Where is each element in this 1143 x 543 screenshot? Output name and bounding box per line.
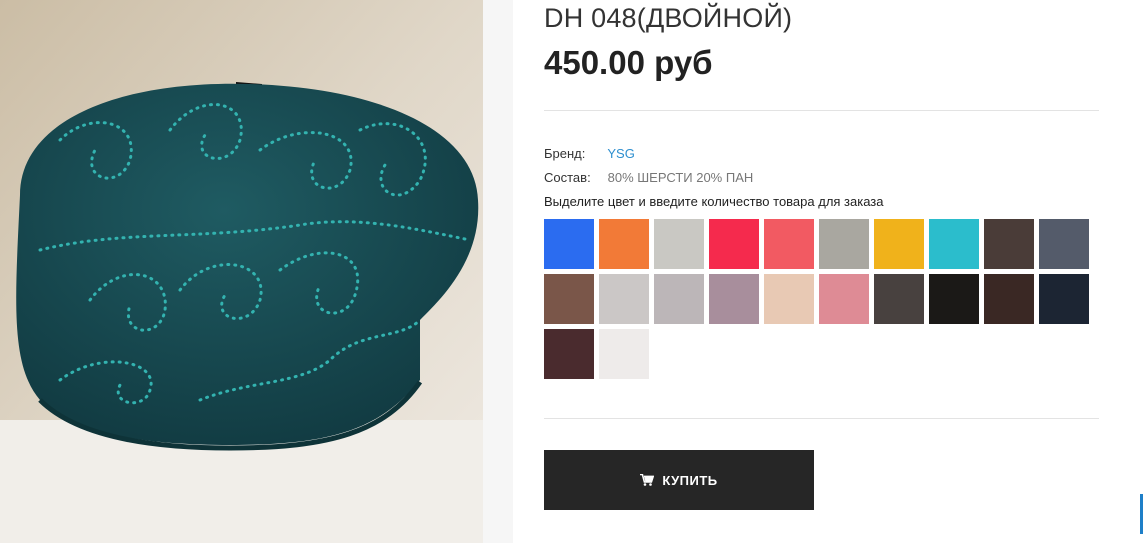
color-swatch[interactable]	[764, 219, 814, 269]
product-image[interactable]	[0, 0, 483, 543]
color-swatch[interactable]	[1039, 219, 1089, 269]
color-swatch[interactable]	[819, 274, 869, 324]
product-title: DH 048(ДВОЙНОЙ)	[544, 3, 793, 33]
color-swatch[interactable]	[599, 274, 649, 324]
color-swatch[interactable]	[599, 329, 649, 379]
color-swatch[interactable]	[654, 219, 704, 269]
color-swatch[interactable]	[819, 219, 869, 269]
divider	[544, 418, 1099, 419]
brand-row: Бренд: YSG	[544, 146, 635, 161]
color-swatch[interactable]	[654, 274, 704, 324]
color-swatch[interactable]	[874, 219, 924, 269]
color-swatch[interactable]	[984, 274, 1034, 324]
color-swatch[interactable]	[929, 274, 979, 324]
composition-row: Состав: 80% ШЕРСТИ 20% ПАН	[544, 170, 753, 185]
image-gap	[483, 0, 513, 543]
buy-button[interactable]: КУПИТЬ	[544, 450, 814, 510]
color-swatch[interactable]	[874, 274, 924, 324]
cart-icon	[640, 474, 655, 486]
buy-label: КУПИТЬ	[662, 472, 718, 488]
color-swatch[interactable]	[544, 274, 594, 324]
color-swatch[interactable]	[544, 329, 594, 379]
color-swatch[interactable]	[709, 274, 759, 324]
brand-label: Бренд:	[544, 146, 586, 161]
color-swatch[interactable]	[544, 219, 594, 269]
color-hint: Выделите цвет и введите количество товар…	[544, 194, 884, 209]
product-price: 450.00 руб	[544, 44, 713, 81]
divider	[544, 110, 1099, 111]
composition-label: Состав:	[544, 170, 591, 185]
color-swatch[interactable]	[929, 219, 979, 269]
composition-value: 80% ШЕРСТИ 20% ПАН	[607, 170, 754, 185]
color-swatch[interactable]	[599, 219, 649, 269]
color-swatch[interactable]	[1039, 274, 1089, 324]
brand-link[interactable]: YSG	[607, 146, 634, 161]
color-swatch[interactable]	[764, 274, 814, 324]
color-swatch[interactable]	[984, 219, 1034, 269]
beret-photo	[0, 0, 483, 543]
color-swatch[interactable]	[709, 219, 759, 269]
